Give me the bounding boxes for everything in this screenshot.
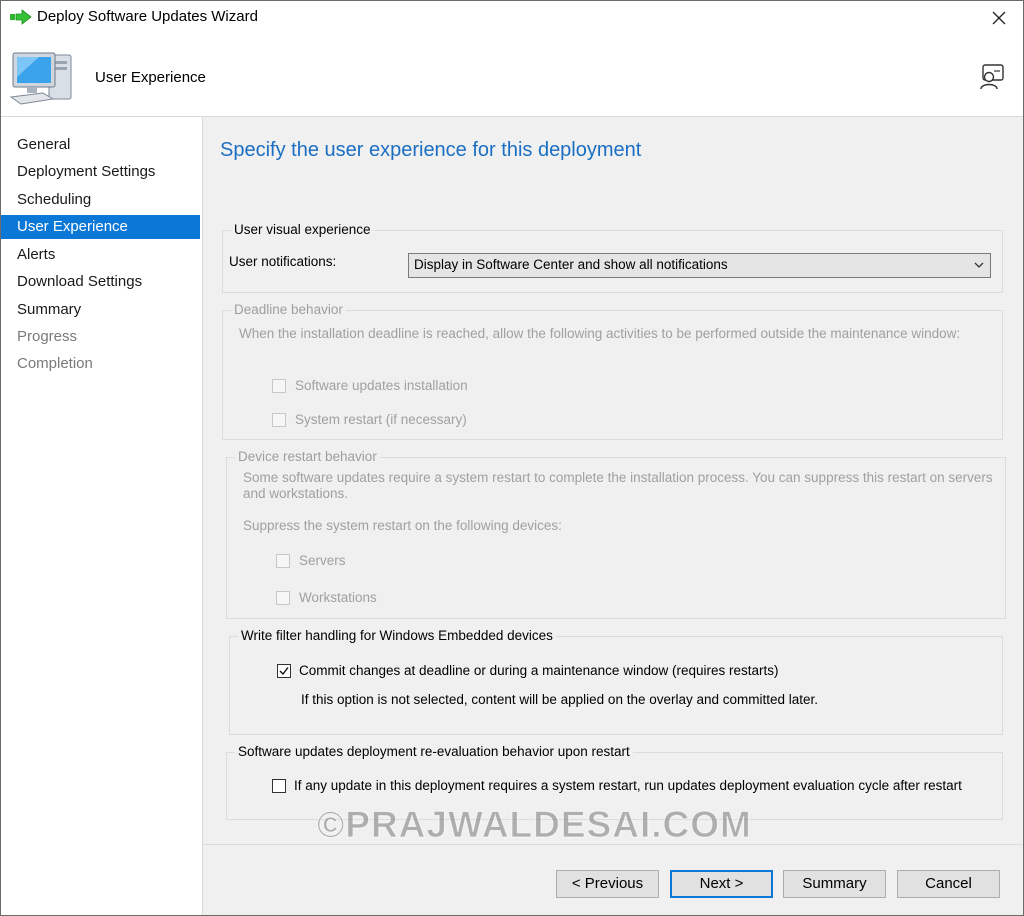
group-legend: Software updates deployment re-evaluatio… [235, 744, 633, 759]
user-notifications-label: User notifications: [229, 254, 337, 269]
page-heading: Specify the user experience for this dep… [220, 139, 642, 161]
close-icon [992, 11, 1006, 25]
main-panel: Specify the user experience for this dep… [203, 117, 1023, 915]
computer-icon [9, 47, 77, 109]
workstations-checkbox [276, 591, 290, 605]
window-title: Deploy Software Updates Wizard [37, 8, 258, 25]
restart-description-line2: and workstations. [243, 486, 349, 501]
group-legend: Device restart behavior [235, 449, 380, 464]
wizard-header: User Experience [1, 35, 1023, 117]
sidebar-item-alerts[interactable]: Alerts [1, 243, 200, 267]
footer-divider [203, 844, 1023, 845]
checkmark-icon [279, 667, 289, 676]
close-button[interactable] [985, 5, 1013, 31]
green-arrow-icon [10, 9, 32, 25]
wizard-window: Deploy Software Updates Wizard User Expe… [0, 0, 1024, 916]
commit-changes-label: Commit changes at deadline or during a m… [299, 663, 779, 678]
dropdown-value: Display in Software Center and show all … [414, 257, 728, 272]
summary-button[interactable]: Summary [783, 870, 886, 898]
sidebar-item-completion: Completion [17, 355, 93, 372]
deadline-description: When the installation deadline is reache… [239, 326, 961, 341]
commit-changes-checkbox[interactable] [277, 664, 291, 678]
feedback-icon[interactable] [977, 61, 1007, 91]
cancel-button[interactable]: Cancel [897, 870, 1000, 898]
suppress-restart-label: Suppress the system restart on the follo… [243, 518, 562, 533]
sidebar-item-user-experience[interactable]: User Experience [1, 215, 200, 239]
group-legend: Deadline behavior [231, 302, 346, 317]
sidebar-item-progress: Progress [17, 328, 78, 345]
group-legend: User visual experience [231, 222, 374, 237]
sidebar-item-scheduling[interactable]: Scheduling [1, 188, 200, 212]
title-bar: Deploy Software Updates Wizard [1, 1, 1023, 35]
reevaluation-label: If any update in this deployment require… [294, 778, 962, 793]
write-filter-group: Write filter handling for Windows Embedd… [229, 628, 1003, 735]
sidebar-item-summary[interactable]: Summary [1, 298, 200, 322]
user-notifications-dropdown[interactable]: Display in Software Center and show all … [408, 253, 991, 278]
sidebar-item-download-settings[interactable]: Download Settings [1, 270, 200, 294]
restart-description-line1: Some software updates require a system r… [243, 470, 993, 485]
servers-label: Servers [299, 553, 346, 568]
group-legend: Write filter handling for Windows Embedd… [238, 628, 556, 643]
sidebar-item-deployment-settings[interactable]: Deployment Settings [1, 160, 200, 184]
watermark: ©PRAJWALDESAI.COM [317, 804, 752, 846]
system-restart-label: System restart (if necessary) [295, 412, 467, 427]
wizard-steps-sidebar: General Deployment Settings Scheduling U… [1, 117, 203, 915]
next-button[interactable]: Next > [670, 870, 773, 898]
reevaluation-checkbox[interactable] [272, 779, 286, 793]
system-restart-checkbox [272, 413, 286, 427]
step-title: User Experience [95, 69, 206, 86]
servers-checkbox [276, 554, 290, 568]
chevron-down-icon [974, 262, 984, 268]
previous-button[interactable]: < Previous [556, 870, 659, 898]
software-updates-installation-label: Software updates installation [295, 378, 468, 393]
workstations-label: Workstations [299, 590, 377, 605]
sidebar-item-general[interactable]: General [1, 133, 200, 157]
write-filter-note: If this option is not selected, content … [301, 692, 819, 707]
software-updates-installation-checkbox [272, 379, 286, 393]
